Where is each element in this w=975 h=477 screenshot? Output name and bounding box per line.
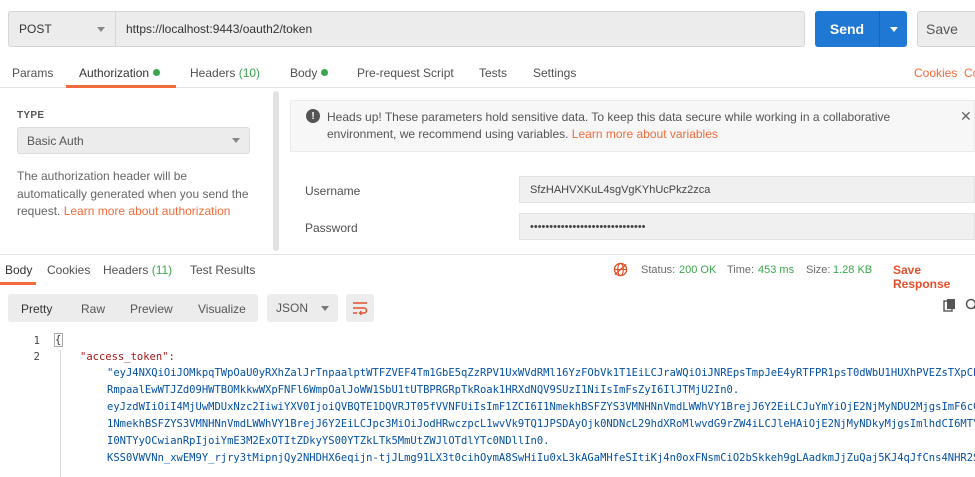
url-text: https://localhost:9443/oauth2/token <box>126 22 313 36</box>
format-value: JSON <box>276 301 309 315</box>
response-tab-cookies[interactable]: Cookies <box>47 263 90 277</box>
time-value[interactable]: 453 ms <box>758 264 794 276</box>
chevron-down-icon <box>97 26 105 32</box>
json-value-line: KSS0VWVNn_xwEM9Y_rjry3tMipnjQy2NHDHX6eqi… <box>107 452 975 464</box>
send-options-button[interactable] <box>879 11 907 47</box>
tab-prerequest-script[interactable]: Pre-request Script <box>357 66 454 80</box>
json-value-line: RmpaalEwWTJZd09HWTBOMkkwWXpFNFl6WmpOalJo… <box>107 384 740 396</box>
notice-text: Heads up! These parameters hold sensitiv… <box>327 109 957 143</box>
active-tab-indicator <box>66 85 176 88</box>
size-label: Size: <box>806 264 831 276</box>
json-value-line: "eyJ4NXQiOiJOMkpqTWpOaU0yRXhZalJrTnpaalp… <box>107 367 975 379</box>
tab-body[interactable]: Body <box>290 66 329 80</box>
size-value[interactable]: 1.28 KB <box>833 264 872 276</box>
cookies-link[interactable]: Cookies <box>914 66 957 80</box>
response-tab-test-results[interactable]: Test Results <box>190 263 255 277</box>
tab-label: Headers <box>190 66 236 80</box>
pretty-button[interactable]: Pretty <box>21 302 52 316</box>
copy-icon[interactable] <box>943 298 957 312</box>
chevron-down-icon <box>889 26 898 32</box>
save-button[interactable]: Save <box>917 11 975 47</box>
time-label: Time: <box>727 264 755 276</box>
method-label: POST <box>19 22 52 36</box>
method-select[interactable]: POST <box>8 11 115 47</box>
auth-type-select[interactable]: Basic Auth <box>17 127 250 154</box>
tab-tests[interactable]: Tests <box>479 66 507 80</box>
tab-settings[interactable]: Settings <box>533 66 576 80</box>
auth-description: The authorization header will be automat… <box>17 168 257 221</box>
line-number: 2 <box>33 351 40 363</box>
status-value[interactable]: 200 OK <box>679 264 716 276</box>
raw-button[interactable]: Raw <box>81 302 105 316</box>
code-link[interactable]: Co <box>964 66 975 80</box>
tab-headers[interactable]: Headers (10) <box>190 66 260 80</box>
line-number: 1 <box>33 335 40 347</box>
active-response-tab-indicator <box>0 282 36 285</box>
password-label: Password <box>305 221 358 235</box>
auth-type-value: Basic Auth <box>27 133 84 148</box>
response-divider <box>0 254 975 255</box>
search-icon[interactable] <box>965 298 975 312</box>
send-button[interactable]: Send <box>815 11 879 47</box>
auth-panel-scrollbar[interactable] <box>273 91 279 251</box>
password-field[interactable]: •••••••••••••••••••••••••••••• <box>519 213 975 240</box>
tab-params[interactable]: Params <box>12 66 53 80</box>
headers-count: (10) <box>238 66 261 80</box>
globe-icon[interactable] <box>613 262 628 277</box>
username-label: Username <box>305 184 361 198</box>
headers-count: (11) <box>151 263 173 277</box>
chevron-down-icon <box>321 305 329 311</box>
close-icon[interactable]: ✕ <box>960 108 972 125</box>
active-dot-icon <box>153 69 161 76</box>
chevron-down-icon <box>232 138 240 143</box>
tab-label: Headers <box>103 263 149 277</box>
format-select[interactable]: JSON <box>267 294 338 322</box>
json-value-line: 1NmekhBSFZYS3VMNHNnVmdLWWhVY1BrejJ6Y2EiL… <box>107 418 975 430</box>
response-tab-headers[interactable]: Headers (11) <box>103 263 172 277</box>
visualize-button[interactable]: Visualize <box>198 302 246 316</box>
tab-label: Body <box>290 66 318 80</box>
json-open-brace: { <box>55 334 62 346</box>
wrap-lines-button[interactable] <box>346 294 374 322</box>
save-response-button[interactable]: Save Response <box>893 263 975 291</box>
preview-button[interactable]: Preview <box>130 302 173 316</box>
username-value: SfzHAHVXKuL4sgVgKYhUcPkz2zca <box>530 183 711 196</box>
json-value-line: I0NTYyOCwianRpIjoiYmE3M2ExOTItZDkyYS00YT… <box>107 435 550 447</box>
status-label: Status: <box>641 264 676 276</box>
request-tabs: Params Authorization Headers (10) Body P… <box>0 58 975 88</box>
url-input[interactable]: https://localhost:9443/oauth2/token <box>115 11 805 47</box>
indent-guide <box>60 350 61 477</box>
info-icon: ! <box>306 109 320 123</box>
auth-type-label: TYPE <box>17 110 45 121</box>
password-value: •••••••••••••••••••••••••••••• <box>530 220 646 233</box>
username-field[interactable]: SfzHAHVXKuL4sgVgKYhUcPkz2zca <box>519 176 975 203</box>
learn-more-variables-link[interactable]: Learn more about variables <box>572 127 718 141</box>
response-tab-body[interactable]: Body <box>5 263 32 277</box>
json-key: "access_token": <box>80 351 175 363</box>
wrap-icon <box>353 302 368 315</box>
learn-more-authorization-link[interactable]: Learn more about authorization <box>64 204 231 218</box>
active-dot-icon <box>321 69 329 76</box>
tab-label: Authorization <box>79 66 150 80</box>
tab-authorization[interactable]: Authorization <box>79 66 161 80</box>
json-value-line: eyJzdWIiOiI4MjUwMDUxNzc2IiwiYXV0IjoiQVBQ… <box>107 401 975 413</box>
